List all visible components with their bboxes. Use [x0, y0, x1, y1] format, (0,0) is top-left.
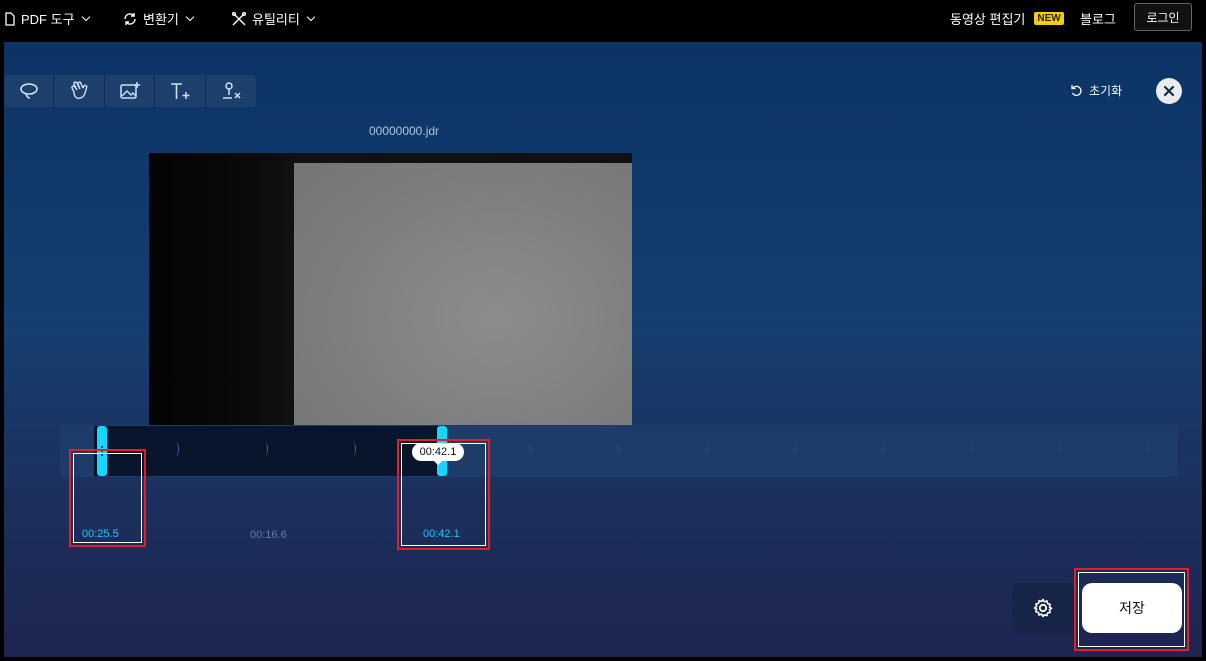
chevron-down-icon: [185, 12, 195, 22]
timeline-tick: [967, 445, 973, 455]
top-navigation-bar: PDF 도구 변환기 유틸리티 동영상 편집기 NEW 블로그 로그인: [0, 0, 1206, 42]
gear-icon: [1033, 598, 1053, 618]
video-preview: [149, 153, 632, 425]
nav-video-editor[interactable]: 동영상 편집기 NEW: [950, 9, 1064, 28]
timeline-tick: [613, 445, 619, 455]
nav-pdf-tools[interactable]: PDF 도구: [4, 9, 90, 28]
nav-pdf-tools-label: PDF 도구: [21, 12, 75, 27]
lasso-tool-button[interactable]: [4, 75, 55, 107]
gesture-tool-button[interactable]: [54, 75, 105, 107]
chevron-down-icon: [81, 12, 90, 22]
add-image-icon: [119, 82, 140, 99]
timeline-tick: [350, 442, 356, 456]
timeline-tick: [525, 445, 531, 455]
hand-wave-icon: [71, 81, 88, 99]
remove-signature-icon: [222, 82, 241, 99]
nav-converter[interactable]: 변환기: [122, 9, 195, 28]
highlight-end-handle: [397, 439, 490, 550]
add-text-tool-button[interactable]: [155, 75, 206, 107]
lasso-icon: [19, 83, 38, 99]
highlight-start-handle: [69, 449, 146, 547]
timeline-tick: [702, 445, 708, 455]
timeline-tick: [1055, 445, 1061, 455]
add-text-icon: [170, 83, 190, 99]
convert-icon: [124, 12, 136, 25]
close-icon: [1163, 85, 1175, 97]
trim-duration-time: 00:16.6: [250, 529, 287, 541]
reset-button[interactable]: 초기화: [1070, 82, 1122, 99]
video-frame-noise: [294, 153, 632, 163]
document-icon: [5, 11, 15, 26]
timeline-tick: [790, 445, 796, 455]
settings-button[interactable]: [1012, 583, 1074, 633]
close-button[interactable]: [1156, 78, 1182, 104]
timeline-tick: [262, 442, 268, 456]
video-frame-content: [294, 155, 632, 425]
timeline-tick: [173, 442, 179, 456]
remove-signature-tool-button[interactable]: [206, 75, 256, 107]
timeline-tick: [878, 445, 884, 455]
chevron-down-icon: [306, 12, 316, 22]
nav-blog-label: 블로그: [1080, 12, 1116, 27]
add-image-tool-button[interactable]: [105, 75, 156, 107]
new-badge: NEW: [1034, 12, 1064, 25]
nav-utilities[interactable]: 유틸리티: [231, 9, 316, 28]
login-button[interactable]: 로그인: [1134, 3, 1192, 31]
nav-utilities-label: 유틸리티: [252, 12, 300, 27]
video-editor-panel: 초기화 00000000.jdr: [4, 42, 1202, 657]
tools-icon: [231, 11, 247, 25]
undo-icon: [1071, 85, 1082, 96]
highlight-save-button: [1074, 568, 1189, 651]
video-filename: 00000000.jdr: [368, 124, 440, 138]
edit-toolbar: [4, 75, 256, 107]
nav-converter-label: 변환기: [143, 12, 179, 27]
reset-label: 초기화: [1089, 84, 1123, 98]
nav-blog[interactable]: 블로그: [1080, 9, 1116, 28]
nav-video-editor-label: 동영상 편집기: [950, 12, 1026, 27]
timeline-tick: [1143, 445, 1149, 455]
video-frame-dark-area: [149, 153, 294, 425]
